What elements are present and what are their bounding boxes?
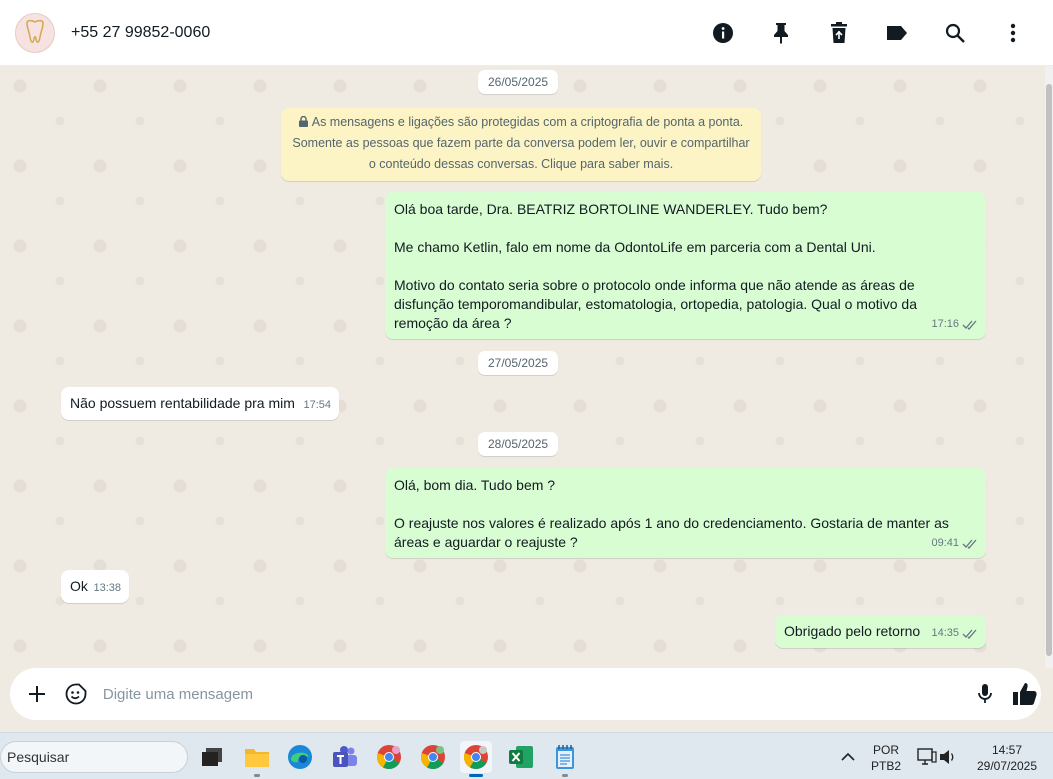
message-composer	[10, 668, 1041, 720]
date-separator: 28/05/2025	[478, 432, 559, 456]
message-input[interactable]	[102, 679, 942, 709]
chrome-profile-2-icon[interactable]	[417, 741, 449, 773]
search-icon[interactable]	[939, 17, 971, 49]
language-indicator[interactable]: POR PTB2	[866, 742, 906, 774]
volume-icon[interactable]	[932, 741, 964, 773]
more-options-icon[interactable]	[997, 17, 1029, 49]
message-time: 17:54	[303, 399, 331, 411]
plus-icon[interactable]	[21, 678, 53, 710]
chrome-profile-3-icon[interactable]	[460, 741, 492, 777]
info-icon[interactable]	[707, 17, 739, 49]
date-separator: 26/05/2025	[478, 70, 559, 94]
file-explorer-icon[interactable]	[241, 741, 273, 777]
taskbar-search-label: Pesquisar	[7, 749, 70, 765]
message-list[interactable]: 26/05/2025 As mensagens e ligações são p…	[0, 66, 1045, 668]
message-bubble-outgoing[interactable]: Obrigado pelo retorno 14:35	[775, 615, 986, 648]
header-actions	[707, 17, 1029, 49]
contact-name[interactable]: +55 27 99852-0060	[71, 24, 210, 42]
double-check-icon	[962, 629, 977, 639]
delete-icon[interactable]	[823, 17, 855, 49]
message-text: Olá, bom dia. Tudo bem ? O reajuste nos …	[394, 477, 949, 550]
message-text: Olá boa tarde, Dra. BEATRIZ BORTOLINE WA…	[394, 201, 917, 331]
message-bubble-outgoing[interactable]: Olá, bom dia. Tudo bem ? O reajuste nos …	[385, 468, 986, 558]
double-check-icon	[962, 539, 977, 549]
double-check-icon	[962, 320, 977, 330]
tooth-logo-icon	[26, 19, 44, 43]
message-time: 13:38	[93, 582, 121, 594]
language-code: POR	[872, 743, 899, 757]
message-meta: 17:54	[303, 396, 331, 415]
lock-icon	[298, 116, 308, 127]
encryption-text: As mensagens e ligações são protegidas c…	[292, 115, 750, 171]
chrome-profile-1-icon[interactable]	[373, 741, 405, 773]
message-time: 09:41	[931, 537, 959, 549]
edge-browser-icon[interactable]	[284, 741, 316, 773]
date-separator: 27/05/2025	[478, 351, 559, 375]
message-meta: 17:16	[931, 315, 978, 334]
pin-icon[interactable]	[765, 17, 797, 49]
message-text: Não possuem rentabilidade pra mim	[70, 395, 295, 411]
chevron-up-icon[interactable]	[832, 741, 864, 773]
message-time: 14:35	[931, 627, 959, 639]
clock[interactable]: 14:57 29/07/2025	[967, 742, 1047, 774]
excel-icon[interactable]	[505, 741, 537, 773]
notepad-icon[interactable]	[549, 741, 581, 777]
message-bubble-outgoing[interactable]: Olá boa tarde, Dra. BEATRIZ BORTOLINE WA…	[385, 192, 986, 339]
clock-date: 29/07/2025	[976, 759, 1038, 773]
message-meta: 14:35	[931, 624, 978, 643]
task-view-icon[interactable]	[196, 741, 228, 773]
label-icon[interactable]	[881, 17, 913, 49]
message-bubble-incoming[interactable]: Ok 13:38	[61, 570, 129, 603]
message-meta: 09:41	[931, 534, 978, 553]
like-icon[interactable]	[1009, 678, 1041, 710]
encryption-notice[interactable]: As mensagens e ligações são protegidas c…	[281, 108, 761, 181]
message-bubble-incoming[interactable]: Não possuem rentabilidade pra mim 17:54	[61, 387, 339, 420]
sticker-icon[interactable]	[60, 678, 92, 710]
chat-scrollbar[interactable]	[1045, 66, 1053, 668]
clock-time: 14:57	[991, 743, 1023, 757]
message-meta: 13:38	[93, 579, 121, 598]
contact-avatar[interactable]	[15, 12, 55, 53]
microphone-icon[interactable]	[969, 678, 1001, 710]
taskbar-search[interactable]: Pesquisar	[0, 741, 188, 773]
message-time: 17:16	[931, 318, 959, 330]
windows-taskbar: Pesquisar POR PTB2 14:57 29/07/2025	[0, 732, 1053, 779]
scrollbar-thumb[interactable]	[1046, 84, 1052, 656]
chat-header: +55 27 99852-0060	[0, 0, 1053, 66]
keyboard-layout: PTB2	[870, 759, 901, 773]
teams-icon[interactable]	[329, 741, 361, 773]
